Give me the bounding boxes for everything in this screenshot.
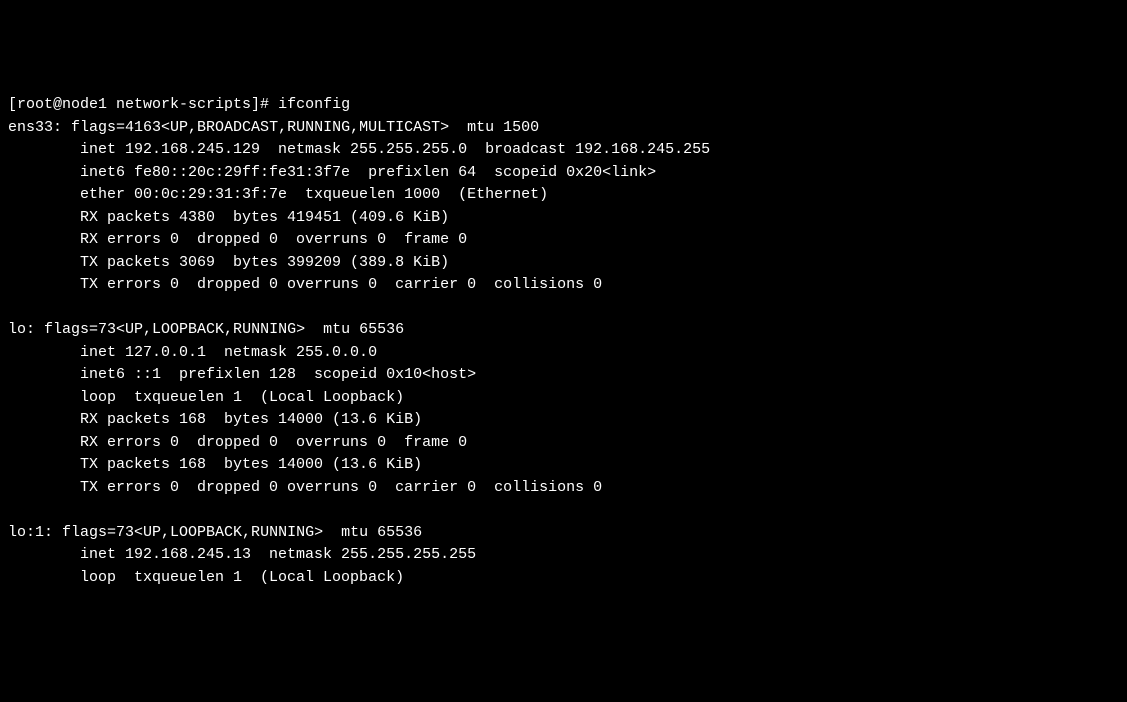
prompt: [root@node1 network-scripts]# (8, 96, 269, 113)
interface-flags: flags=73<UP,LOOPBACK,RUNNING> mtu 65536 (44, 321, 404, 338)
ens33-tx-errors: TX errors 0 dropped 0 overruns 0 carrier… (8, 276, 602, 293)
command: ifconfig (278, 96, 350, 113)
lo-tx-packets: TX packets 168 bytes 14000 (13.6 KiB) (8, 456, 422, 473)
lo-loop: loop txqueuelen 1 (Local Loopback) (8, 389, 404, 406)
terminal-output[interactable]: [root@node1 network-scripts]# ifconfig e… (8, 94, 1119, 589)
interface-name: lo:1: (8, 524, 53, 541)
ens33-rx-errors: RX errors 0 dropped 0 overruns 0 frame 0 (8, 231, 467, 248)
lo1-inet: inet 192.168.245.13 netmask 255.255.255.… (8, 546, 476, 563)
blank-line (8, 501, 17, 518)
lo-rx-packets: RX packets 168 bytes 14000 (13.6 KiB) (8, 411, 422, 428)
interface-name: ens33: (8, 119, 62, 136)
lo-inet6: inet6 ::1 prefixlen 128 scopeid 0x10<hos… (8, 366, 476, 383)
ens33-ether: ether 00:0c:29:31:3f:7e txqueuelen 1000 … (8, 186, 548, 203)
ens33-inet6: inet6 fe80::20c:29ff:fe31:3f7e prefixlen… (8, 164, 656, 181)
interface-flags: flags=4163<UP,BROADCAST,RUNNING,MULTICAS… (71, 119, 539, 136)
interface-name: lo: (8, 321, 35, 338)
lo-rx-errors: RX errors 0 dropped 0 overruns 0 frame 0 (8, 434, 467, 451)
ens33-header: ens33: flags=4163<UP,BROADCAST,RUNNING,M… (8, 119, 539, 136)
lo1-loop: loop txqueuelen 1 (Local Loopback) (8, 569, 404, 586)
lo-header: lo: flags=73<UP,LOOPBACK,RUNNING> mtu 65… (8, 321, 404, 338)
ens33-inet: inet 192.168.245.129 netmask 255.255.255… (8, 141, 710, 158)
command-prompt-line: [root@node1 network-scripts]# ifconfig (8, 96, 350, 113)
lo-inet: inet 127.0.0.1 netmask 255.0.0.0 (8, 344, 377, 361)
interface-flags: flags=73<UP,LOOPBACK,RUNNING> mtu 65536 (62, 524, 422, 541)
lo1-header: lo:1: flags=73<UP,LOOPBACK,RUNNING> mtu … (8, 524, 422, 541)
ens33-rx-packets: RX packets 4380 bytes 419451 (409.6 KiB) (8, 209, 449, 226)
lo-tx-errors: TX errors 0 dropped 0 overruns 0 carrier… (8, 479, 602, 496)
ens33-tx-packets: TX packets 3069 bytes 399209 (389.8 KiB) (8, 254, 449, 271)
blank-line (8, 299, 17, 316)
